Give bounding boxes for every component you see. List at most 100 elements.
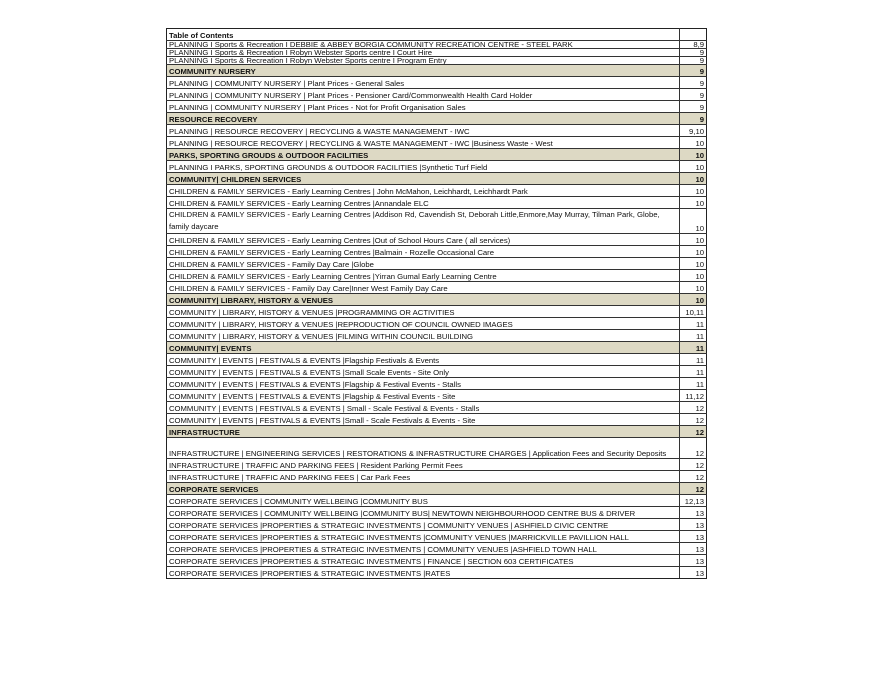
toc-entry-title: PLANNING | COMMUNITY NURSERY | Plant Pri…	[166, 76, 680, 89]
toc-entry-title: PLANNING I Sports & Recreation I Robyn W…	[166, 56, 680, 65]
toc-entry-title: CORPORATE SERVICES |PROPERTIES & STRATEG…	[166, 554, 680, 567]
toc-section-row: CORPORATE SERVICES 12	[166, 482, 707, 495]
toc-entry-title: COMMUNITY | EVENTS | FESTIVALS & EVENTS …	[166, 377, 680, 390]
toc-entry-title: PLANNING I Sports & Recreation I Robyn W…	[166, 48, 680, 57]
toc-entry-title: COMMUNITY | LIBRARY, HISTORY & VENUES |P…	[166, 305, 680, 318]
toc-page-number: 11	[679, 341, 707, 354]
toc-entry-row: CORPORATE SERVICES | COMMUNITY WELLBEING…	[166, 506, 707, 519]
toc-entry-title: CHILDREN & FAMILY SERVICES - Early Learn…	[166, 233, 680, 246]
toc-page-number: 12	[679, 413, 707, 426]
toc-entry-title: CORPORATE SERVICES |PROPERTIES & STRATEG…	[166, 566, 680, 579]
toc-entry-row: COMMUNITY | LIBRARY, HISTORY & VENUES |R…	[166, 317, 707, 330]
toc-page-number: 12	[679, 458, 707, 471]
toc-section-row: RESOURCE RECOVERY 9	[166, 112, 707, 125]
toc-header-row: Table of Contents	[166, 28, 707, 41]
toc-entry-title: INFRASTRUCTURE | ENGINEERING SERVICES | …	[166, 437, 680, 459]
toc-entry-row: COMMUNITY | EVENTS | FESTIVALS & EVENTS …	[166, 377, 707, 390]
toc-page-number: 11	[679, 317, 707, 330]
toc-page-number: 9	[679, 56, 707, 65]
toc-section-title: INFRASTRUCTURE	[166, 425, 680, 438]
toc-page-number: 9	[679, 48, 707, 57]
toc-section-title: PARKS, SPORTING GROUDS & OUTDOOR FACILIT…	[166, 148, 680, 161]
toc-entry-row: PLANNING | RESOURCE RECOVERY | RECYCLING…	[166, 124, 707, 137]
toc-page-number: 12	[679, 470, 707, 483]
toc-page-number: 12,13	[679, 494, 707, 507]
toc-entry-row: CORPORATE SERVICES |PROPERTIES & STRATEG…	[166, 530, 707, 543]
toc-page-number: 10	[679, 172, 707, 185]
toc-entry-title: COMMUNITY | EVENTS | FESTIVALS & EVENTS …	[166, 389, 680, 402]
toc-entry-title: CHILDREN & FAMILY SERVICES - Family Day …	[166, 257, 680, 270]
toc-page-number: 12	[679, 437, 707, 459]
toc-entry-title: INFRASTRUCTURE | TRAFFIC AND PARKING FEE…	[166, 470, 680, 483]
toc-page-number: 10	[679, 233, 707, 246]
toc-entry-row: CHILDREN & FAMILY SERVICES - Early Learn…	[166, 184, 707, 197]
toc-page-number: 10	[679, 184, 707, 197]
toc-entry-title: COMMUNITY | EVENTS | FESTIVALS & EVENTS …	[166, 401, 680, 414]
toc-section-title: RESOURCE RECOVERY	[166, 112, 680, 125]
toc-page-number: 10	[679, 281, 707, 294]
toc-page-number: 8,9	[679, 40, 707, 49]
toc-title: Table of Contents	[166, 28, 680, 41]
toc-page-number: 10	[679, 293, 707, 306]
toc-entry-row: COMMUNITY | EVENTS | FESTIVALS & EVENTS …	[166, 389, 707, 402]
toc-section-row: COMMUNITY| CHILDREN SERVICES 10	[166, 172, 707, 185]
toc-entry-row: COMMUNITY | LIBRARY, HISTORY & VENUES |P…	[166, 305, 707, 318]
toc-page-number: 11	[679, 353, 707, 366]
toc-page-number: 13	[679, 542, 707, 555]
toc-section-row: PARKS, SPORTING GROUDS & OUTDOOR FACILIT…	[166, 148, 707, 161]
toc-entry-row: CORPORATE SERVICES | COMMUNITY WELLBEING…	[166, 494, 707, 507]
toc-entry-row: CHILDREN & FAMILY SERVICES - Early Learn…	[166, 196, 707, 209]
toc-entry-title: CORPORATE SERVICES | COMMUNITY WELLBEING…	[166, 506, 680, 519]
toc-entry-title: PLANNING I PARKS, SPORTING GROUNDS & OUT…	[166, 160, 680, 173]
toc-page-number: 11	[679, 329, 707, 342]
toc-page-number: 9	[679, 88, 707, 101]
toc-entry-row: CORPORATE SERVICES |PROPERTIES & STRATEG…	[166, 518, 707, 531]
toc-page-number: 9	[679, 112, 707, 125]
toc-entry-title: CORPORATE SERVICES |PROPERTIES & STRATEG…	[166, 542, 680, 555]
toc-entry-title: CORPORATE SERVICES |PROPERTIES & STRATEG…	[166, 518, 680, 531]
toc-entry-title: COMMUNITY | LIBRARY, HISTORY & VENUES |R…	[166, 317, 680, 330]
toc-entry-row: PLANNING I Sports & Recreation I Robyn W…	[166, 56, 707, 65]
toc-section-row: COMMUNITY| EVENTS 11	[166, 341, 707, 354]
toc-section-title: COMMUNITY| EVENTS	[166, 341, 680, 354]
toc-entry-title: PLANNING | RESOURCE RECOVERY | RECYCLING…	[166, 124, 680, 137]
toc-section-title: COMMUNITY| LIBRARY, HISTORY & VENUES	[166, 293, 680, 306]
toc-page-number: 9	[679, 100, 707, 113]
toc-entry-title: CORPORATE SERVICES |PROPERTIES & STRATEG…	[166, 530, 680, 543]
toc-entry-title: CHILDREN & FAMILY SERVICES - Family Day …	[166, 281, 680, 294]
toc-header-page-cell	[679, 28, 707, 41]
toc-page-number: 13	[679, 506, 707, 519]
toc-body: PLANNING I Sports & Recreation I DEBBIE …	[166, 40, 707, 579]
toc-entry-title: COMMUNITY | EVENTS | FESTIVALS & EVENTS …	[166, 365, 680, 378]
toc-entry-row: PLANNING I Sports & Recreation I Robyn W…	[166, 48, 707, 57]
toc-entry-title: INFRASTRUCTURE | TRAFFIC AND PARKING FEE…	[166, 458, 680, 471]
toc-page-number: 13	[679, 530, 707, 543]
toc-page-number: 10	[679, 257, 707, 270]
toc-page-number: 13	[679, 554, 707, 567]
toc-section-title: COMMUNITY NURSERY	[166, 64, 680, 77]
toc-section-row: COMMUNITY| LIBRARY, HISTORY & VENUES 10	[166, 293, 707, 306]
toc-page-number: 12	[679, 425, 707, 438]
toc-page-number: 10	[679, 245, 707, 258]
toc-entry-title: CHILDREN & FAMILY SERVICES - Early Learn…	[166, 196, 680, 209]
toc-entry-title: COMMUNITY | EVENTS | FESTIVALS & EVENTS …	[166, 353, 680, 366]
toc-entry-row: PLANNING | COMMUNITY NURSERY | Plant Pri…	[166, 100, 707, 113]
toc-entry-row: PLANNING I Sports & Recreation I DEBBIE …	[166, 40, 707, 49]
toc-entry-row: INFRASTRUCTURE | TRAFFIC AND PARKING FEE…	[166, 458, 707, 471]
toc-entry-row: CHILDREN & FAMILY SERVICES - Early Learn…	[166, 245, 707, 258]
toc-entry-title: CHILDREN & FAMILY SERVICES - Early Learn…	[166, 184, 680, 197]
toc-entry-row: CHILDREN & FAMILY SERVICES - Early Learn…	[166, 233, 707, 246]
toc-section-row: COMMUNITY NURSERY 9	[166, 64, 707, 77]
toc-entry-row: CHILDREN & FAMILY SERVICES - Early Learn…	[166, 208, 707, 234]
toc-page-number: 10	[679, 148, 707, 161]
toc-entry-title: CORPORATE SERVICES | COMMUNITY WELLBEING…	[166, 494, 680, 507]
toc-section-title: COMMUNITY| CHILDREN SERVICES	[166, 172, 680, 185]
toc-entry-row: CHILDREN & FAMILY SERVICES - Family Day …	[166, 257, 707, 270]
toc-page-number: 10	[679, 269, 707, 282]
toc-entry-row: PLANNING | RESOURCE RECOVERY | RECYCLING…	[166, 136, 707, 149]
toc-entry-row: CORPORATE SERVICES |PROPERTIES & STRATEG…	[166, 542, 707, 555]
toc-entry-title: COMMUNITY | LIBRARY, HISTORY & VENUES |F…	[166, 329, 680, 342]
toc-page-number: 10	[679, 196, 707, 209]
toc-entry-row: PLANNING | COMMUNITY NURSERY | Plant Pri…	[166, 88, 707, 101]
toc-page-number: 11	[679, 377, 707, 390]
